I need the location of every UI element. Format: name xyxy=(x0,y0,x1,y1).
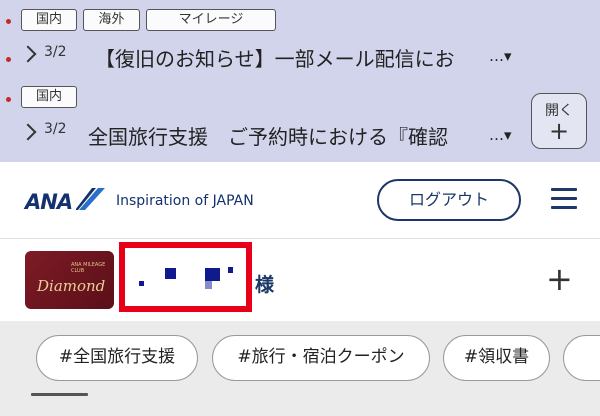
hashtag-more[interactable] xyxy=(563,335,600,381)
notice-tag-mileage: マイレージ xyxy=(146,9,276,31)
unread-dot xyxy=(6,57,11,62)
user-info-bar: ANA MILEAGE CLUB Diamond 様 + xyxy=(0,239,600,321)
card-brand-text: ANA MILEAGE CLUB xyxy=(71,262,106,274)
notice-tag-domestic: 国内 xyxy=(21,86,77,108)
plus-icon: + xyxy=(548,117,570,145)
redacted-username xyxy=(119,242,252,312)
logout-button[interactable]: ログアウト xyxy=(377,179,521,221)
expand-more[interactable]: …▾ xyxy=(489,47,512,65)
site-header: ANA Inspiration of JAPAN ログアウト xyxy=(0,162,600,239)
ana-wing-logo-icon xyxy=(76,188,105,210)
notice-count: 3/2 xyxy=(44,121,67,137)
hashtag-travel-support[interactable]: #全国旅行支援 xyxy=(36,335,198,381)
notice-tag-international: 海外 xyxy=(83,9,140,31)
unread-dot xyxy=(6,19,11,24)
card-tier-text: Diamond xyxy=(37,277,106,295)
notice-count: 3/2 xyxy=(44,44,67,60)
scroll-indicator xyxy=(31,393,88,396)
unread-dot xyxy=(6,97,11,102)
notice-headline: 全国旅行支援 ご予約時における『確認 xyxy=(88,125,448,149)
hamburger-menu-icon[interactable] xyxy=(551,188,577,210)
tagline: Inspiration of JAPAN xyxy=(116,193,254,209)
hashtag-receipt[interactable]: #領収書 xyxy=(443,335,550,381)
expand-more[interactable]: …▾ xyxy=(489,126,512,144)
honorific-suffix: 様 xyxy=(255,274,275,296)
open-notices-button[interactable]: 開く + xyxy=(531,93,587,149)
chevron-right-icon xyxy=(19,123,37,141)
hashtag-travel-coupon[interactable]: #旅行・宿泊クーポン xyxy=(212,335,430,381)
ana-logo[interactable]: ANA xyxy=(25,190,73,214)
hashtag-bar: #全国旅行支援 #旅行・宿泊クーポン #領収書 xyxy=(0,321,600,416)
expand-plus-icon[interactable]: + xyxy=(546,263,573,295)
diamond-member-card: ANA MILEAGE CLUB Diamond xyxy=(25,251,114,309)
chevron-right-icon xyxy=(19,45,37,63)
notice-tag-domestic: 国内 xyxy=(21,9,77,31)
notice-headline: 【復旧のお知らせ】一部メール配信にお xyxy=(95,47,455,71)
notice-area: 国内 海外 マイレージ 3/2 【復旧のお知らせ】一部メール配信にお …▾ 国内… xyxy=(0,0,600,162)
